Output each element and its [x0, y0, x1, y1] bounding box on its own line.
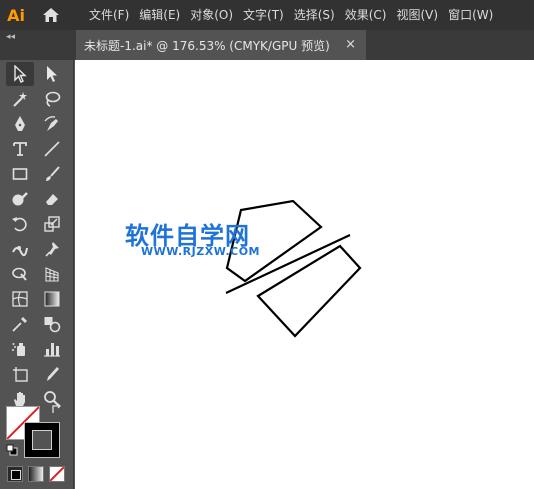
type-tool-icon[interactable] [6, 137, 34, 161]
selection-tool-icon[interactable] [6, 62, 34, 86]
tools-panel [0, 60, 74, 489]
app-logo: Ai [7, 5, 25, 25]
pen-tool-icon[interactable] [6, 112, 34, 136]
mesh-tool-icon[interactable] [6, 287, 34, 311]
eyedropper-tool-icon[interactable] [6, 312, 34, 336]
menu-select[interactable]: 选择(S) [289, 0, 340, 30]
scale-tool-icon[interactable] [38, 212, 66, 236]
perspective-grid-tool-icon[interactable] [38, 262, 66, 286]
default-colors-icon[interactable] [6, 444, 18, 456]
menu-view[interactable]: 视图(V) [391, 0, 443, 30]
stroke-swatch[interactable] [24, 422, 60, 458]
menu-items: 文件(F) 编辑(E) 对象(O) 文字(T) 选择(S) 效果(C) 视图(V… [84, 0, 498, 30]
shaper-tool-icon[interactable] [6, 187, 34, 211]
watermark-url: WWW.RJZXW.COM [141, 245, 260, 258]
document-tab-bar: ◂◂ 未标题-1.ai* @ 176.53% (CMYK/GPU 预览) × [0, 30, 534, 60]
color-mode-button[interactable] [7, 466, 23, 482]
home-icon[interactable] [36, 0, 66, 30]
menu-object[interactable]: 对象(O) [185, 0, 238, 30]
document-tab[interactable]: 未标题-1.ai* @ 176.53% (CMYK/GPU 预览) × [76, 30, 366, 60]
curvature-tool-icon[interactable] [38, 112, 66, 136]
none-mode-button[interactable] [49, 466, 65, 482]
line-segment-tool-icon[interactable] [38, 137, 66, 161]
rotate-tool-icon[interactable] [6, 212, 34, 236]
width-tool-icon[interactable] [6, 237, 34, 261]
paintbrush-tool-icon[interactable] [38, 162, 66, 186]
menu-edit[interactable]: 编辑(E) [134, 0, 185, 30]
symbol-sprayer-tool-icon[interactable] [6, 337, 34, 361]
menu-window[interactable]: 窗口(W) [443, 0, 498, 30]
eraser-tool-icon[interactable] [38, 187, 66, 211]
swap-fill-stroke-icon[interactable] [50, 402, 64, 416]
menu-file[interactable]: 文件(F) [84, 0, 134, 30]
close-icon[interactable]: × [345, 37, 356, 52]
document-tab-label: 未标题-1.ai* @ 176.53% (CMYK/GPU 预览) [84, 38, 330, 53]
artboard-canvas[interactable]: 软件自学网 WWW.RJZXW.COM [75, 60, 534, 489]
watermark: 软件自学网 WWW.RJZXW.COM [125, 216, 285, 266]
shape-builder-tool-icon[interactable] [6, 262, 34, 286]
collapse-panel-icon[interactable]: ◂◂ [6, 32, 15, 42]
blend-tool-icon[interactable] [38, 312, 66, 336]
menu-type[interactable]: 文字(T) [238, 0, 289, 30]
artwork [225, 199, 362, 338]
slice-tool-icon[interactable] [38, 362, 66, 386]
gradient-mode-button[interactable] [28, 466, 44, 482]
artboard-tool-icon[interactable] [6, 362, 34, 386]
gradient-tool-icon[interactable] [38, 287, 66, 311]
direct-selection-tool-icon[interactable] [38, 62, 66, 86]
lasso-tool-icon[interactable] [38, 87, 66, 111]
menu-effect[interactable]: 效果(C) [340, 0, 392, 30]
rectangle-tool-icon[interactable] [6, 162, 34, 186]
puppet-warp-tool-icon[interactable] [38, 237, 66, 261]
column-graph-tool-icon[interactable] [38, 337, 66, 361]
magic-wand-tool-icon[interactable] [6, 87, 34, 111]
menu-bar: Ai 文件(F) 编辑(E) 对象(O) 文字(T) 选择(S) 效果(C) 视… [0, 0, 534, 30]
